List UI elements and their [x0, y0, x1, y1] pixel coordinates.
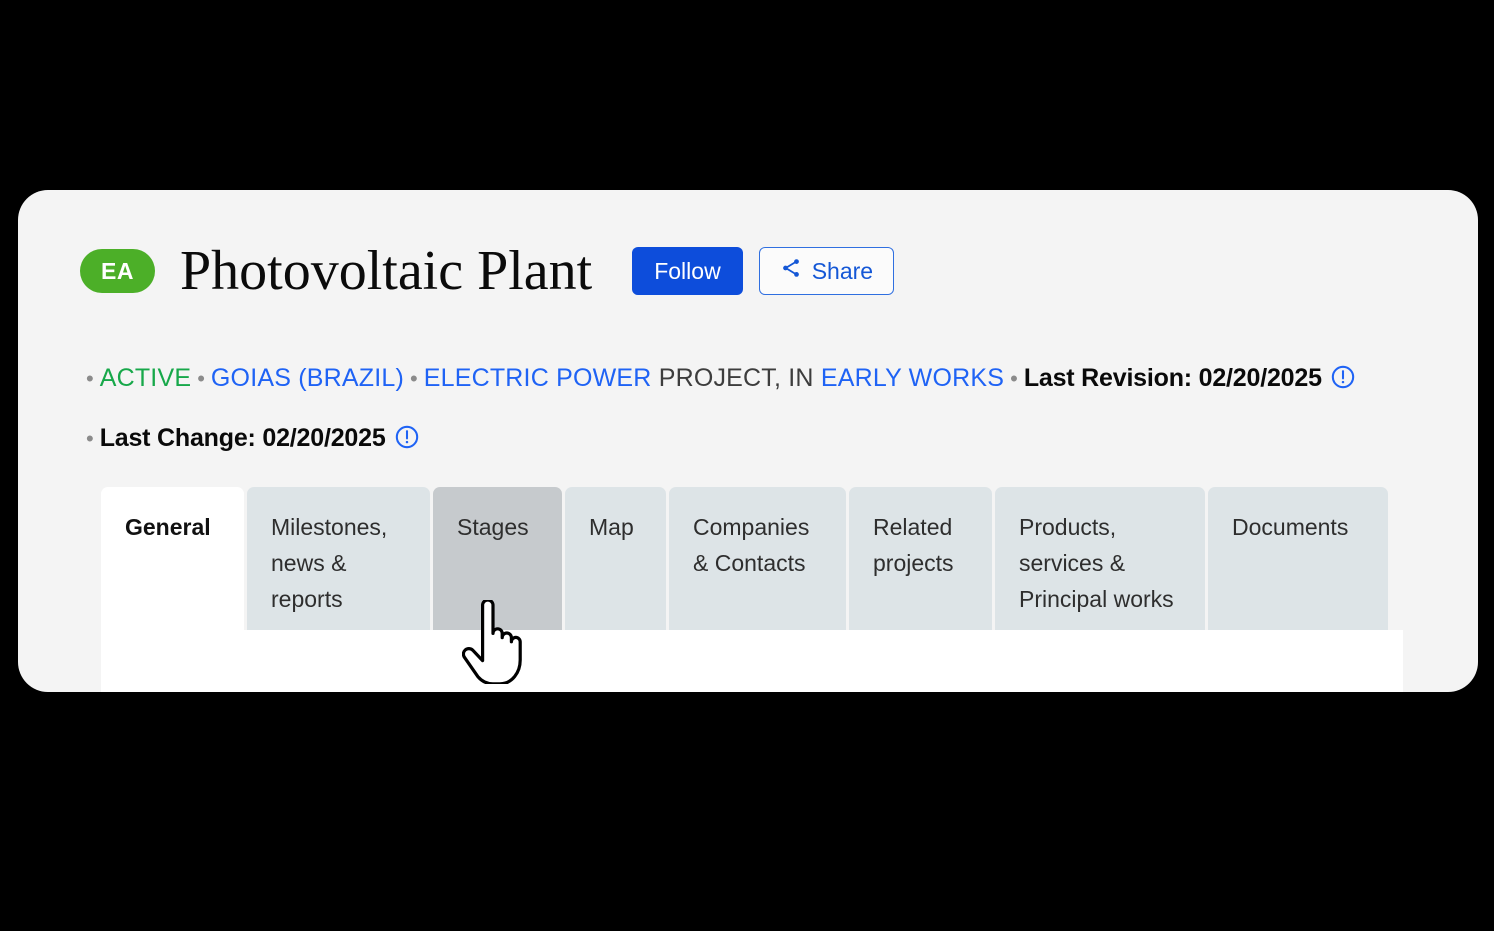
stage-link[interactable]: EARLY WORKS — [821, 364, 1004, 392]
share-nodes-icon — [780, 257, 802, 285]
tab-stages[interactable]: Stages — [433, 487, 562, 632]
tab-companies-contacts[interactable]: Companies & Contacts — [669, 487, 846, 632]
sector-suffix: PROJECT, IN — [652, 364, 821, 392]
project-type-badge: EA — [80, 249, 155, 293]
tab-content-panel — [101, 630, 1403, 692]
bullet-separator: • — [404, 366, 424, 391]
tab-bar: General Milestones, news & reports Stage… — [101, 487, 1403, 632]
tab-documents[interactable]: Documents — [1208, 487, 1388, 632]
location-link[interactable]: GOIAS (BRAZIL) — [211, 364, 404, 392]
share-button-label: Share — [812, 258, 873, 285]
meta-line-1: •ACTIVE•GOIAS (BRAZIL)•ELECTRIC POWER PR… — [80, 350, 1420, 410]
tab-general[interactable]: General — [101, 487, 244, 632]
tab-label: Companies & Contacts — [693, 509, 822, 581]
tab-label: General — [125, 509, 220, 545]
tab-label: Products, services & Principal works — [1019, 509, 1181, 617]
follow-button[interactable]: Follow — [632, 247, 742, 295]
tab-milestones-news-reports[interactable]: Milestones, news & reports — [247, 487, 430, 632]
bullet-separator: • — [191, 366, 211, 391]
tab-label: Milestones, news & reports — [271, 509, 406, 617]
last-revision-text: Last Revision: 02/20/2025 — [1024, 364, 1322, 392]
tab-related-projects[interactable]: Related projects — [849, 487, 992, 632]
tab-products-services-principal-works[interactable]: Products, services & Principal works — [995, 487, 1205, 632]
info-exclamation-icon[interactable] — [1330, 354, 1356, 410]
project-meta: •ACTIVE•GOIAS (BRAZIL)•ELECTRIC POWER PR… — [80, 350, 1420, 470]
bullet-separator: • — [80, 366, 100, 391]
share-button[interactable]: Share — [759, 247, 894, 295]
project-header: EA Photovoltaic Plant Follow Share — [80, 238, 894, 304]
tab-label: Documents — [1232, 509, 1364, 545]
screen: EA Photovoltaic Plant Follow Share — [0, 0, 1494, 931]
project-card: EA Photovoltaic Plant Follow Share — [18, 190, 1478, 692]
page-title: Photovoltaic Plant — [180, 241, 592, 301]
tab-label: Stages — [457, 509, 538, 545]
status-badge: ACTIVE — [100, 364, 192, 392]
tab-map[interactable]: Map — [565, 487, 666, 632]
tab-label: Related projects — [873, 509, 968, 581]
bullet-separator: • — [1004, 366, 1024, 391]
last-change-text: Last Change: 02/20/2025 — [100, 424, 386, 452]
bullet-separator: • — [80, 426, 100, 451]
meta-line-2: •Last Change: 02/20/2025 — [80, 410, 1420, 470]
info-exclamation-icon[interactable] — [394, 414, 420, 470]
sector-link[interactable]: ELECTRIC POWER — [424, 364, 652, 392]
tab-label: Map — [589, 509, 642, 545]
